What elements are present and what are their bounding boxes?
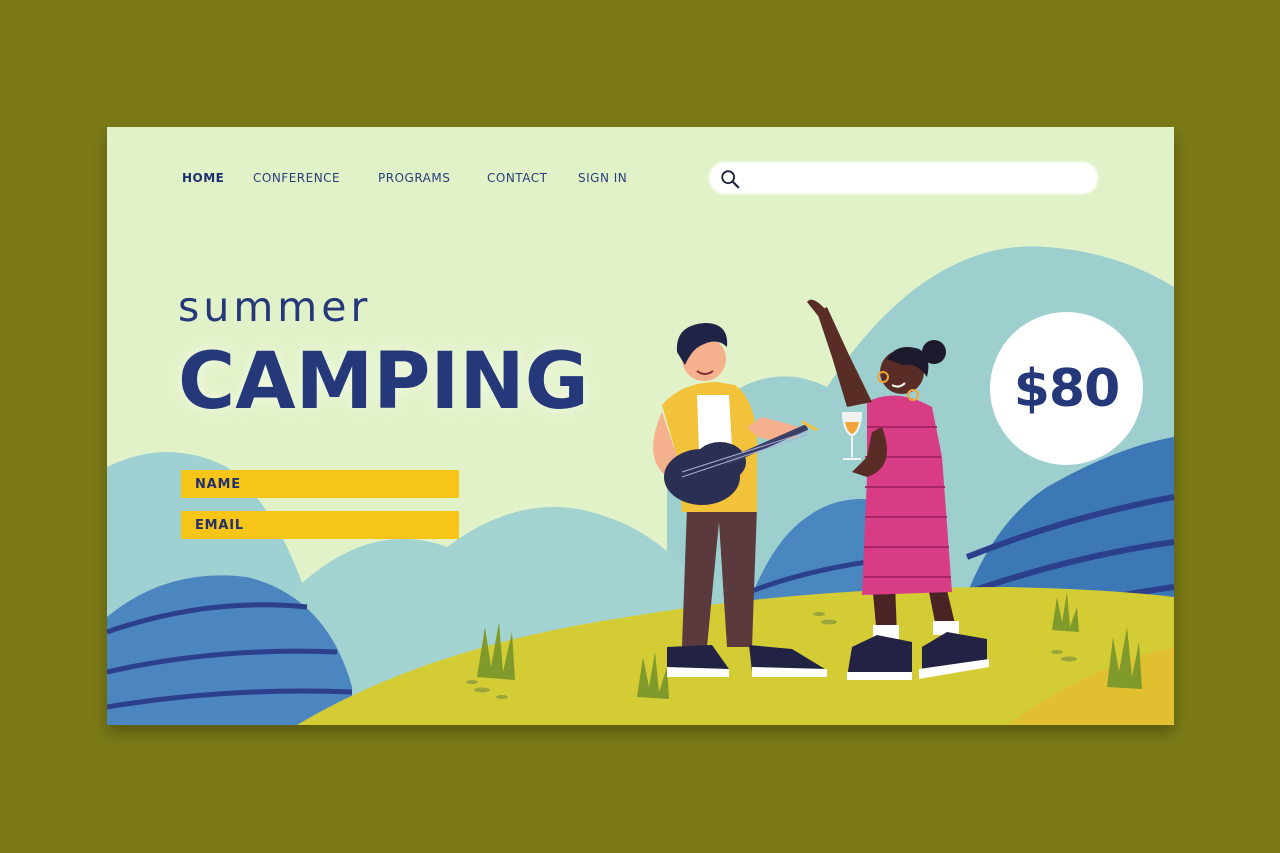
search-icon[interactable]: [719, 168, 741, 190]
hero-subtitle: summer: [178, 283, 372, 331]
name-input[interactable]: [181, 470, 463, 500]
price-label: $80: [1013, 358, 1121, 419]
nav-sign-in-link[interactable]: SIGN IN: [578, 171, 627, 185]
name-field[interactable]: NAME: [181, 470, 463, 500]
hero-title: CAMPING: [178, 337, 589, 427]
nav-home-link[interactable]: HOME: [182, 171, 224, 185]
search-input[interactable]: [746, 168, 1090, 190]
nav-conference-link[interactable]: CONFERENCE: [253, 171, 340, 185]
nav-contact-link[interactable]: CONTACT: [487, 171, 547, 185]
nav-programs-link[interactable]: PROGRAMS: [378, 171, 450, 185]
landing-page-card: HOME CONFERENCE PROGRAMS CONTACT SIGN IN…: [107, 127, 1174, 725]
email-field[interactable]: EMAIL: [181, 511, 463, 541]
price-badge: $80: [990, 312, 1143, 465]
email-input[interactable]: [181, 511, 463, 541]
search-bar[interactable]: [710, 163, 1097, 193]
